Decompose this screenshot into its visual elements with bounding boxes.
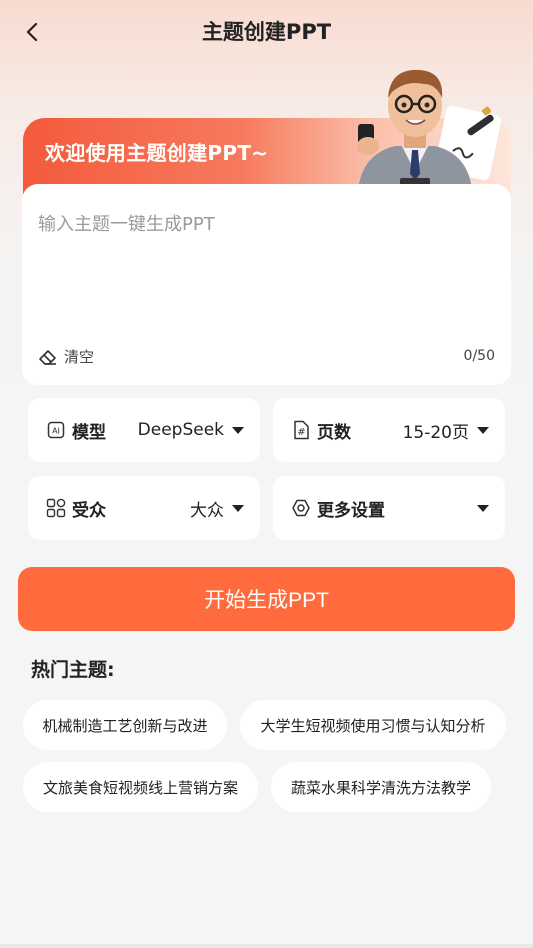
- caret-down-icon: [232, 504, 244, 512]
- mascot-illustration: [357, 69, 502, 190]
- pages-label: 页数: [317, 422, 351, 443]
- more-settings-selector[interactable]: 更多设置: [273, 476, 505, 540]
- caret-down-icon: [477, 504, 489, 512]
- char-counter: 0/50: [463, 348, 495, 364]
- hot-topic-chip[interactable]: 大学生短视频使用习惯与认知分析: [240, 700, 506, 750]
- audience-label: 受众: [72, 500, 106, 521]
- page-title: 主题创建PPT: [201, 20, 332, 44]
- banner-title: 欢迎使用主题创建PPT~: [45, 141, 269, 165]
- model-selector[interactable]: AI 模型 DeepSeek: [28, 398, 260, 462]
- generate-button[interactable]: 开始生成PPT: [18, 567, 515, 631]
- topic-input-card: 清空 0/50: [22, 184, 511, 385]
- hot-topic-chip[interactable]: 蔬菜水果科学清洗方法教学: [271, 762, 491, 812]
- pages-selector[interactable]: # 页数 15-20页: [273, 398, 505, 462]
- svg-text:#: #: [297, 427, 305, 438]
- more-settings-label: 更多设置: [317, 500, 385, 521]
- clear-label: 清空: [64, 348, 95, 366]
- eraser-icon: [39, 349, 56, 365]
- model-label: 模型: [72, 422, 106, 443]
- svg-text:AI: AI: [52, 427, 60, 436]
- audience-selector[interactable]: 受众 大众: [28, 476, 260, 540]
- topic-input[interactable]: [38, 210, 488, 300]
- model-value: DeepSeek: [137, 420, 224, 440]
- bottom-divider: [0, 944, 533, 948]
- clear-button[interactable]: 清空: [38, 346, 94, 367]
- grid-icon: [46, 498, 66, 518]
- hot-topic-chip[interactable]: 机械制造工艺创新与改进: [23, 700, 227, 750]
- caret-down-icon: [477, 426, 489, 434]
- settings-icon: [291, 498, 311, 518]
- caret-down-icon: [232, 426, 244, 434]
- audience-value: 大众: [190, 500, 224, 521]
- pages-value: 15-20页: [402, 422, 469, 443]
- hot-topic-chip[interactable]: 文旅美食短视频线上营销方案: [23, 762, 258, 812]
- ai-icon: AI: [46, 420, 66, 440]
- hot-topics-title: 热门主题:: [31, 659, 115, 681]
- hash-icon: #: [291, 420, 311, 440]
